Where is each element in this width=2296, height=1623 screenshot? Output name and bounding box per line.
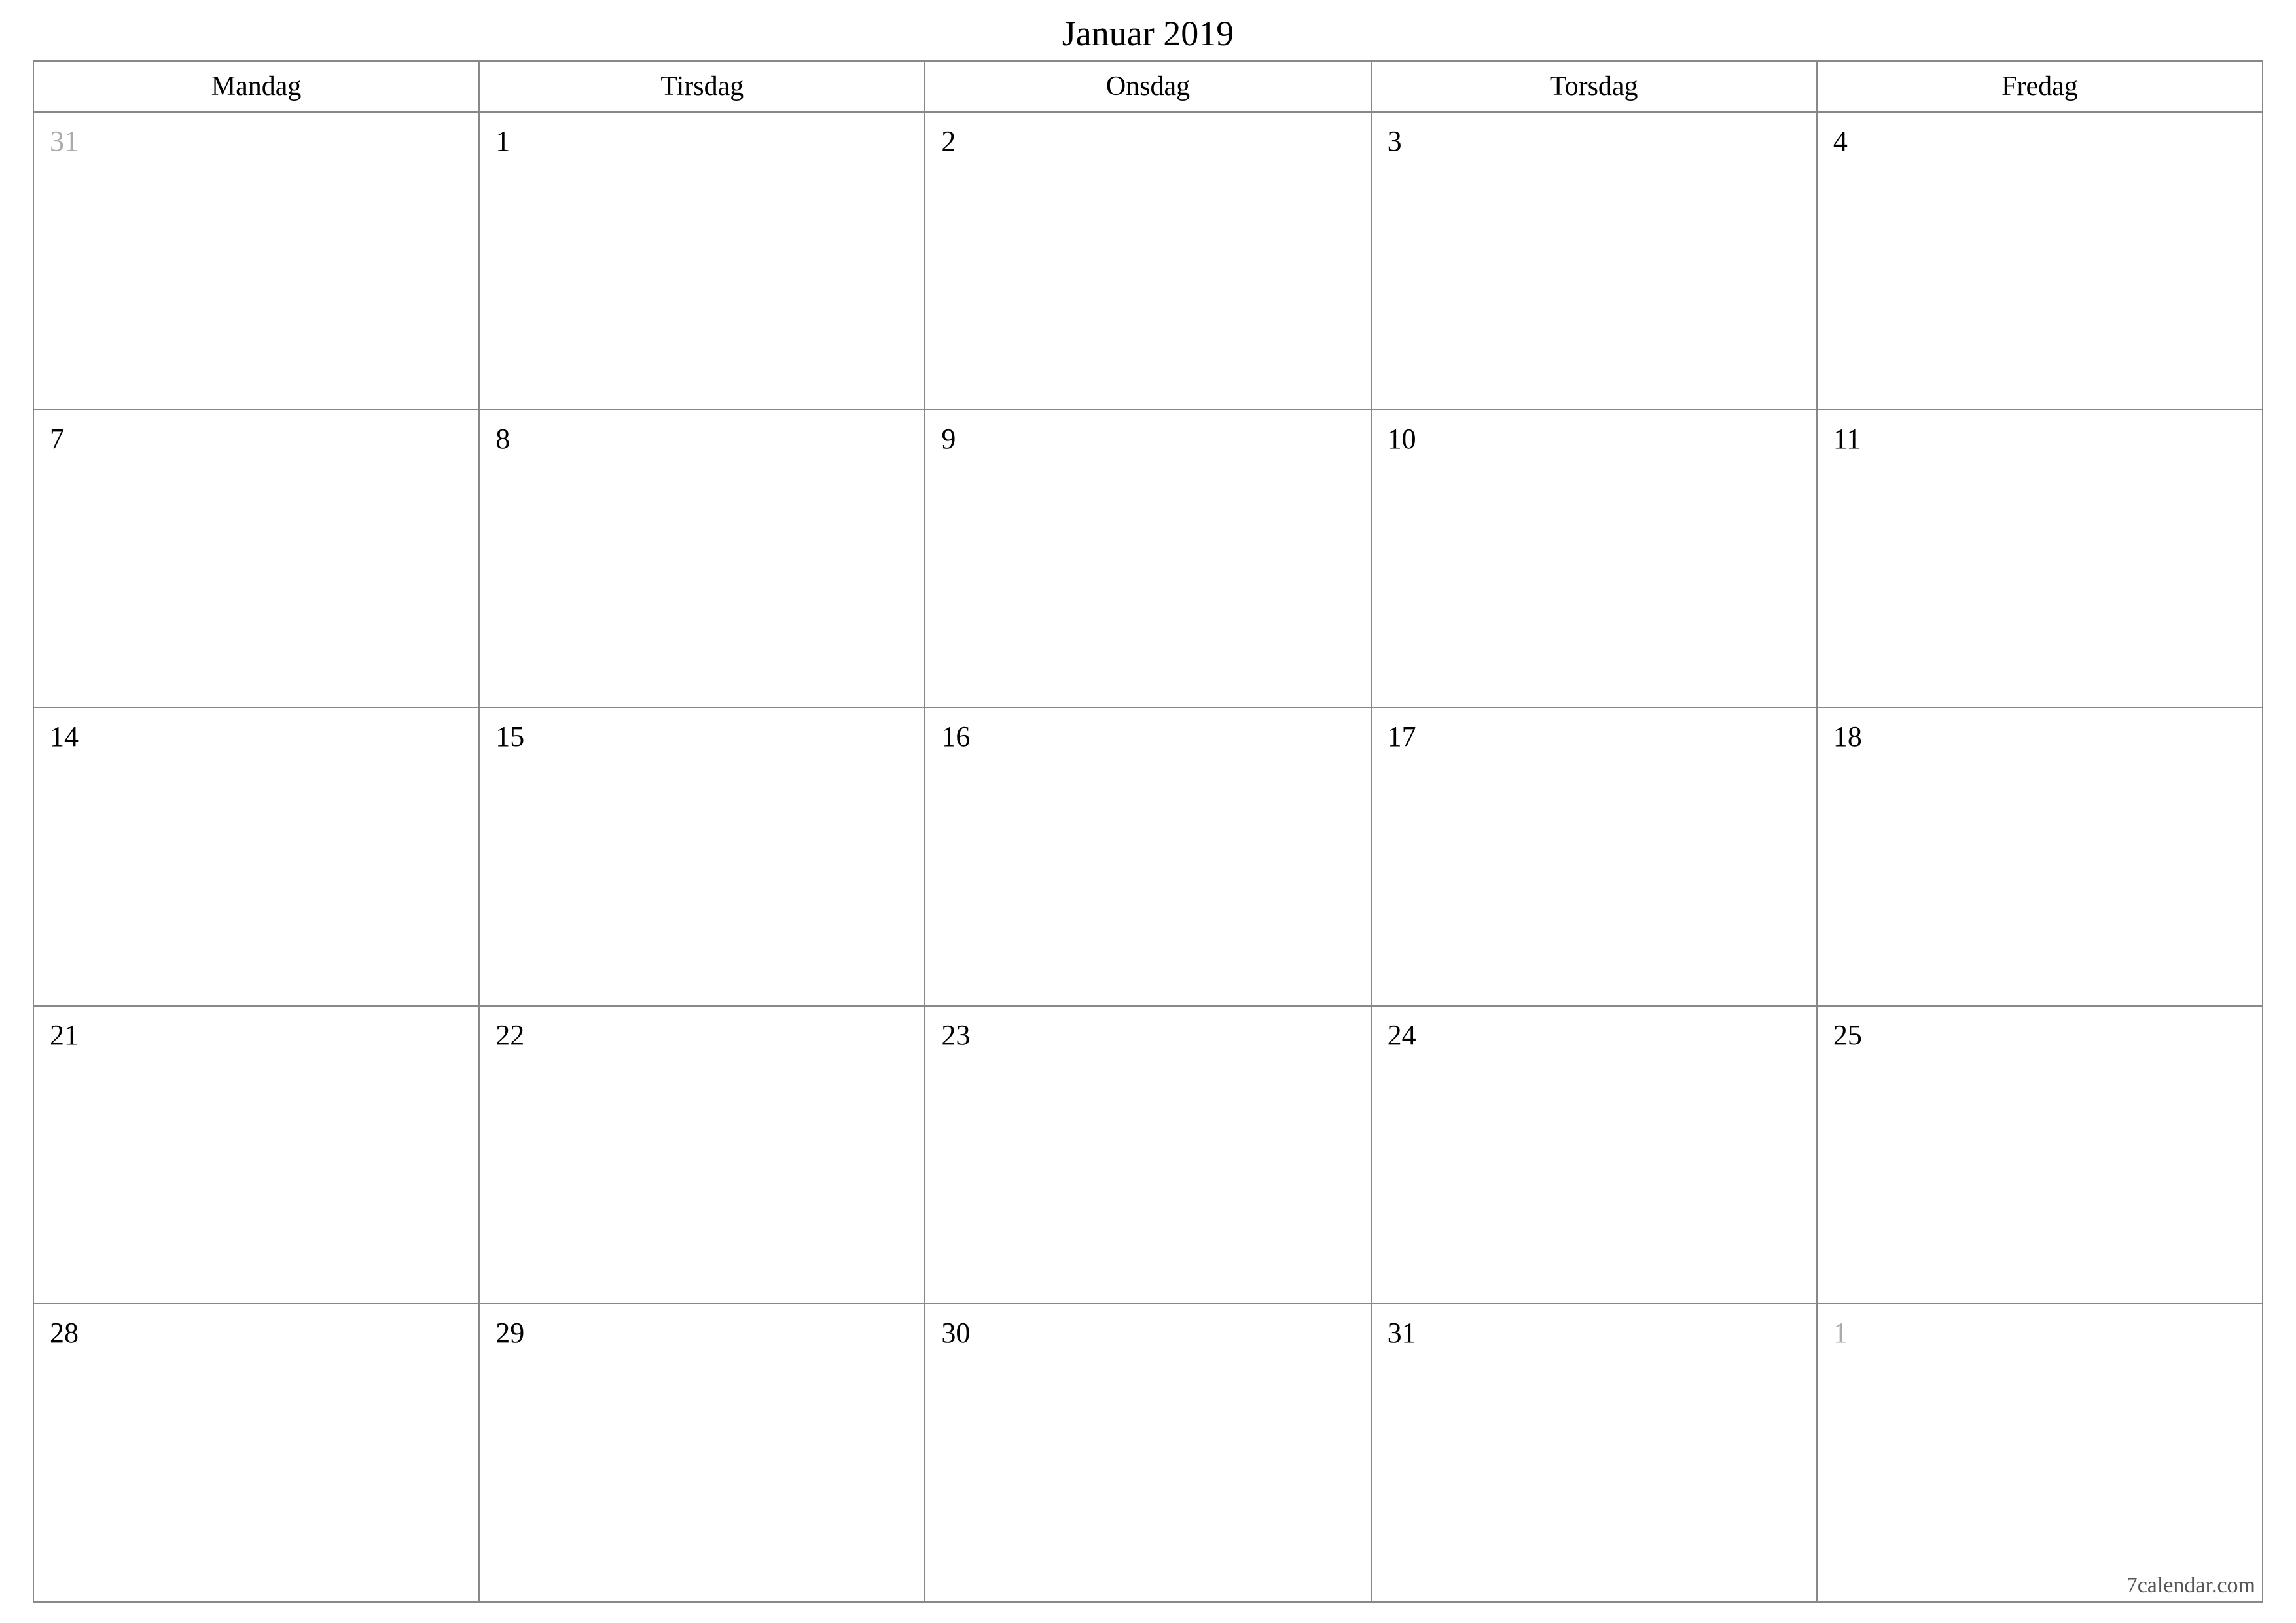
day-cell: 17 <box>1372 708 1818 1006</box>
day-cell: 10 <box>1372 410 1818 708</box>
day-cell: 8 <box>480 410 925 708</box>
day-cell: 15 <box>480 708 925 1006</box>
calendar-grid: Mandag Tirsdag Onsdag Torsdag Fredag 31 … <box>33 60 2263 1603</box>
day-cell: 25 <box>1818 1007 2262 1304</box>
week-row: 31 1 2 3 4 <box>34 113 2262 410</box>
calendar-title: Januar 2019 <box>33 13 2263 54</box>
day-cell: 16 <box>925 708 1371 1006</box>
day-cell: 9 <box>925 410 1371 708</box>
day-cell: 24 <box>1372 1007 1818 1304</box>
weekday-header: Torsdag <box>1372 62 1818 113</box>
weekday-header: Onsdag <box>925 62 1371 113</box>
day-cell: 31 <box>34 113 480 410</box>
weekday-header-row: Mandag Tirsdag Onsdag Torsdag Fredag <box>34 62 2262 113</box>
day-cell: 11 <box>1818 410 2262 708</box>
day-cell: 2 <box>925 113 1371 410</box>
day-cell: 21 <box>34 1007 480 1304</box>
week-row: 21 22 23 24 25 <box>34 1007 2262 1304</box>
day-cell: 3 <box>1372 113 1818 410</box>
day-cell: 4 <box>1818 113 2262 410</box>
week-row: 7 8 9 10 11 <box>34 410 2262 708</box>
day-cell: 23 <box>925 1007 1371 1304</box>
weekday-header: Tirsdag <box>480 62 925 113</box>
day-cell: 30 <box>925 1304 1371 1602</box>
day-cell: 1 <box>1818 1304 2262 1602</box>
weekday-header: Mandag <box>34 62 480 113</box>
footer-credit: 7calendar.com <box>2126 1573 2255 1598</box>
day-cell: 31 <box>1372 1304 1818 1602</box>
weekday-header: Fredag <box>1818 62 2262 113</box>
day-cell: 22 <box>480 1007 925 1304</box>
day-cell: 28 <box>34 1304 480 1602</box>
day-cell: 14 <box>34 708 480 1006</box>
week-row: 14 15 16 17 18 <box>34 708 2262 1006</box>
day-cell: 29 <box>480 1304 925 1602</box>
day-cell: 1 <box>480 113 925 410</box>
week-row: 28 29 30 31 1 <box>34 1304 2262 1602</box>
day-cell: 7 <box>34 410 480 708</box>
day-cell: 18 <box>1818 708 2262 1006</box>
